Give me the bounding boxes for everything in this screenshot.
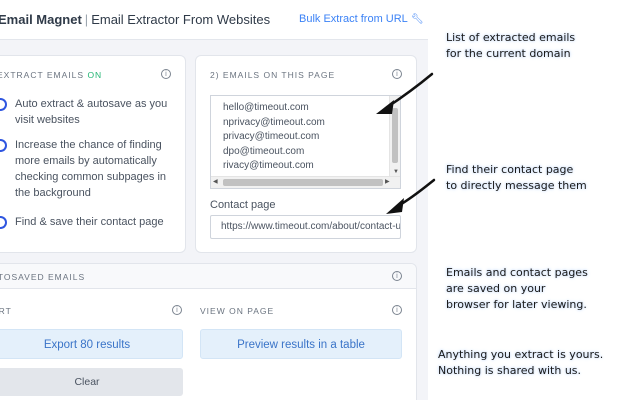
scroll-down-icon[interactable]: ▼ [393,169,399,175]
horizontal-scrollbar[interactable]: ◀ ▶ [211,176,400,188]
annotation-line: List of extracted emails [446,31,576,44]
header-bar: Email Magnet | Email Extractor From Websit… [0,0,428,40]
info-icon[interactable]: i [392,305,402,315]
annotation-line: Nothing is shared with us. [438,364,582,377]
annotation-saved-browser: Emails and contact pages are saved on yo… [446,265,588,313]
arrow-icon [376,72,434,114]
extract-section-title: EXTRACT EMAILS ON [0,70,102,80]
annotation-line: for the current domain [446,47,571,60]
contact-page-label: Contact page [210,199,276,211]
auto-extract-label: Auto extract & autosave as you visit web… [15,98,168,126]
list-item: privacy@timeout.com [223,131,320,142]
autosaved-title-text: AUTOSAVED EMAILS [0,272,86,282]
autosaved-section-title: AUTOSAVED EMAILS [0,272,85,282]
extension-panel: Email Magnet | Email Extractor From Websit… [0,0,428,400]
title-separator: | [84,12,89,27]
annotation-area: List of extracted emails for the current… [428,0,640,400]
subpages-toggle[interactable] [0,139,7,152]
app-name: Email Magnet [0,12,82,27]
clear-button[interactable]: Clear [0,368,183,396]
annotation-contact-page: Find their contact page to directly mess… [446,162,587,194]
info-icon[interactable]: i [161,69,171,79]
bulk-extract-link[interactable]: Bulk Extract from URL 🔧︎ [299,13,424,25]
info-icon[interactable]: i [392,271,402,281]
export-button[interactable]: Export 80 results [0,329,183,359]
view-on-page-label: VIEW ON PAGE [200,306,275,316]
subpages-label: Increase the chance of finding more emai… [15,139,167,199]
app-subtitle: Email Extractor From Websites [91,12,271,27]
list-item: dpo@timeout.com [223,145,305,157]
extract-status: ON [87,70,103,80]
annotation-line: are saved on your [446,282,546,295]
bulk-extract-label: Bulk Extract from URL [299,13,408,25]
annotation-extracted-emails: List of extracted emails for the current… [446,30,575,62]
extract-title-text: EXTRACT EMAILS [0,70,85,80]
annotation-line: Anything you extract is yours. [438,348,604,361]
wrench-icon: 🔧︎ [410,14,424,25]
annotation-line: Emails and contact pages [446,266,588,279]
info-icon[interactable]: i [172,305,182,315]
preview-table-button[interactable]: Preview results in a table [200,329,402,359]
annotation-line: Find their contact page [446,163,574,176]
list-item: rivacy@timeout.com [223,160,314,171]
contact-page-toggle[interactable] [0,216,7,229]
annotation-line: browser for later viewing. [446,298,587,311]
list-item: nprivacy@timeout.com [223,116,325,128]
app-title: Email Magnet | Email Extractor From Websit… [0,12,270,27]
emails-section-title: 2) EMAILS ON THIS PAGE [210,70,336,80]
contact-page-field[interactable]: https://www.timeout.com/about/contact-us [210,215,401,239]
arrow-icon [386,178,436,214]
annotation-line: to directly message them [446,179,587,192]
autosaved-header: AUTOSAVED EMAILS i [0,264,416,289]
autosaved-emails-card: AUTOSAVED EMAILS i ORT i VIEW ON PAGE i … [0,263,417,400]
scroll-thumb[interactable] [223,179,383,186]
export-section-label: ORT [0,306,12,316]
extract-emails-card: EXTRACT EMAILS ON i Auto extract & autos… [0,55,186,253]
email-list: hello@timeout.com nprivacy@timeout.com p… [223,101,325,174]
annotation-privacy: Anything you extract is yours. Nothing i… [438,347,603,379]
contact-page-option-label: Find & save their contact page [15,216,164,228]
auto-extract-toggle[interactable] [0,98,7,111]
list-item: hello@timeout.com [223,102,309,113]
scroll-left-icon[interactable]: ◀ [213,178,218,185]
